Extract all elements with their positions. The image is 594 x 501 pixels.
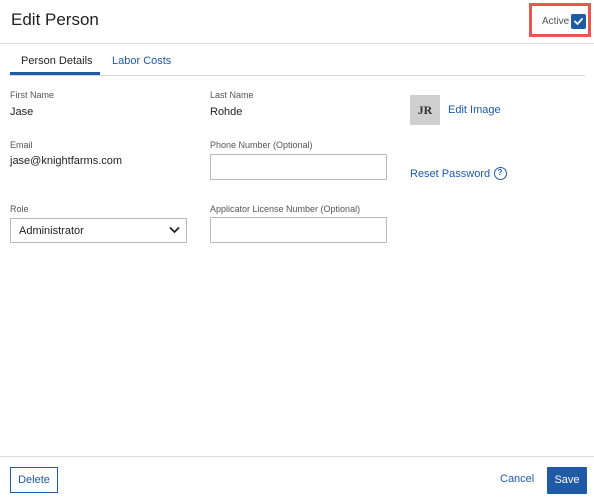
first-name-value: Jase: [10, 106, 34, 118]
last-name-label: Last Name: [210, 90, 254, 100]
checkmark-icon: [574, 18, 583, 25]
active-toggle[interactable]: Active: [529, 3, 591, 37]
help-icon[interactable]: ?: [494, 167, 507, 180]
email-value: jase@knightfarms.com: [10, 155, 123, 167]
license-label: Applicator License Number (Optional): [210, 204, 361, 214]
tab-bar: Person Details Labor Costs: [10, 54, 585, 76]
license-input[interactable]: [210, 217, 387, 243]
edit-image-link[interactable]: Edit Image: [448, 104, 501, 116]
email-label: Email: [10, 140, 33, 150]
dialog-title: Edit Person: [11, 10, 99, 29]
save-button[interactable]: Save: [547, 467, 587, 494]
role-label: Role: [10, 204, 29, 214]
phone-label: Phone Number (Optional): [210, 140, 313, 150]
first-name-label: First Name: [10, 90, 55, 100]
avatar-initials: JR: [417, 103, 433, 117]
reset-password-link[interactable]: Reset Password: [410, 168, 490, 180]
help-glyph: ?: [497, 168, 503, 177]
cancel-button[interactable]: Cancel: [500, 473, 534, 485]
avatar: JR: [410, 95, 440, 125]
active-checkbox[interactable]: [571, 14, 586, 29]
role-select[interactable]: Administrator: [10, 218, 187, 243]
tab-person-details[interactable]: Person Details: [10, 54, 100, 75]
phone-input[interactable]: [210, 154, 387, 180]
dialog-header: Edit Person Active: [0, 0, 594, 44]
chevron-down-icon: [169, 226, 180, 234]
footer-divider: [0, 456, 594, 457]
role-select-value: Administrator: [19, 225, 84, 237]
tab-labor-costs[interactable]: Labor Costs: [112, 54, 171, 69]
active-label: Active: [542, 16, 570, 27]
delete-button[interactable]: Delete: [10, 467, 58, 493]
last-name-value: Rohde: [210, 106, 243, 118]
